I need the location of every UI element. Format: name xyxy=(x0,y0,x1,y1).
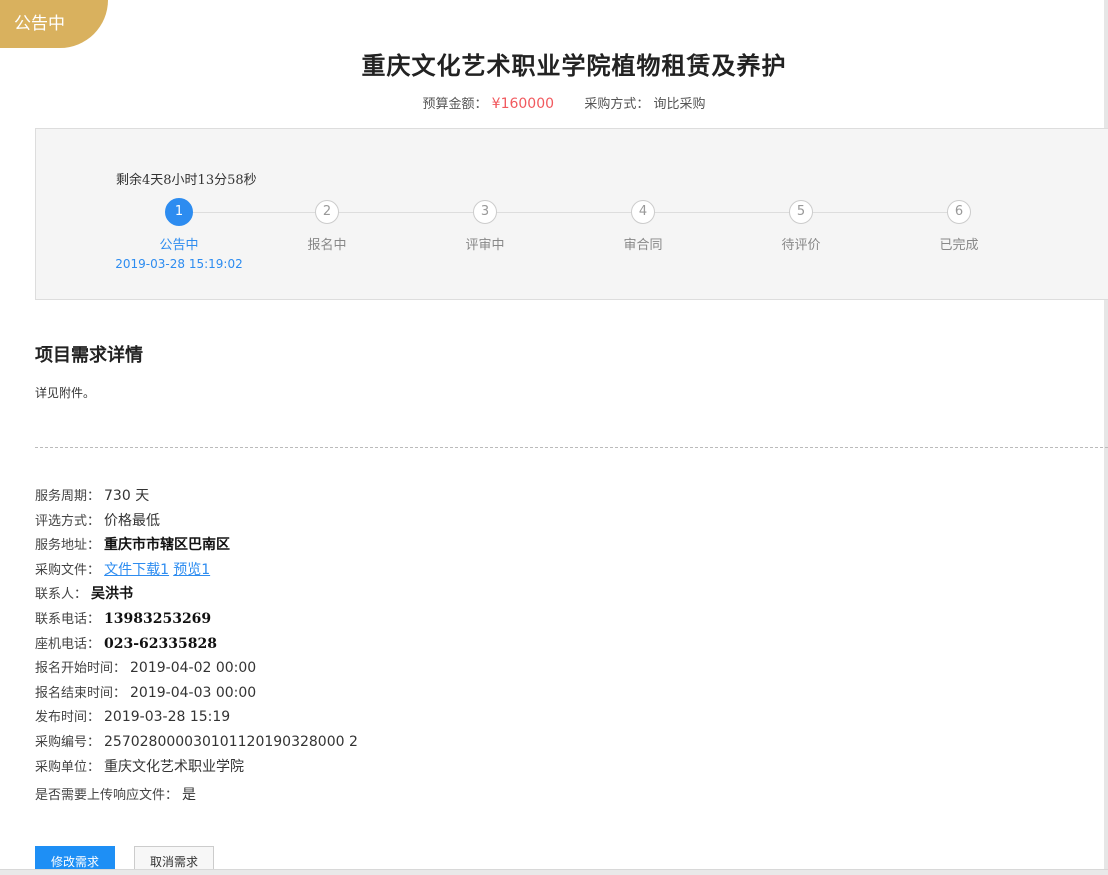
detail-value: 吴洪书 xyxy=(91,586,134,603)
detail-value: 257028000030101120190328000 2 xyxy=(104,733,358,750)
budget-value: ¥160000 xyxy=(491,96,555,112)
step-number: 3 xyxy=(473,200,497,224)
step-label: 公告中 xyxy=(159,238,199,253)
detail-value: 是 xyxy=(182,787,197,804)
detail-label: 服务周期： xyxy=(35,489,101,504)
step-6: 6 已完成 xyxy=(879,200,1039,253)
detail-purchase-number: 采购编号： 257028000030101120190328000 2 xyxy=(35,730,358,755)
step-number: 5 xyxy=(789,200,813,224)
detail-value: 重庆文化艺术职业学院 xyxy=(104,758,245,775)
step-date: 2019-03-28 15:19:02 xyxy=(115,257,243,271)
horizontal-scrollbar[interactable] xyxy=(0,869,1108,875)
detail-label: 座机电话： xyxy=(35,636,101,652)
detail-label: 联系人： xyxy=(35,587,88,603)
detail-upload-required: 是否需要上传响应文件：是 xyxy=(35,783,358,808)
file-download-link[interactable]: 文件下载1 xyxy=(104,562,169,578)
project-summary: 预算金额： ¥160000 采购方式： 询比采购 xyxy=(0,93,1108,112)
step-4: 4 审合同 xyxy=(563,200,723,253)
detail-publish-time: 发布时间： 2019-03-28 15:19 xyxy=(35,705,358,730)
detail-service-period: 服务周期： 730 天 xyxy=(35,484,358,509)
detail-phone: 联系电话： 13983253269 xyxy=(35,607,358,632)
budget-label: 预算金额： xyxy=(422,97,488,112)
detail-label: 采购编号： xyxy=(35,734,101,750)
step-1: 1 公告中 2019-03-28 15:19:02 xyxy=(99,198,259,271)
page: 公告中 重庆文化艺术职业学院植物租赁及养护 预算金额： ¥160000 采购方式… xyxy=(0,0,1108,875)
detail-value: 2019-04-03 00:00 xyxy=(130,684,257,701)
purchase-method-value: 询比采购 xyxy=(653,97,706,112)
detail-label: 评选方式： xyxy=(35,513,101,529)
detail-value: 13983253269 xyxy=(104,610,212,627)
detail-selection-method: 评选方式： 价格最低 xyxy=(35,509,358,534)
step-number: 4 xyxy=(631,200,655,224)
step-label: 待评价 xyxy=(781,238,821,253)
detail-contact: 联系人： 吴洪书 xyxy=(35,582,358,607)
detail-label: 服务地址： xyxy=(35,538,101,554)
detail-service-address: 服务地址： 重庆市市辖区巴南区 xyxy=(35,533,358,558)
detail-label: 报名开始时间： xyxy=(35,661,127,677)
detail-registration-end: 报名结束时间： 2019-04-03 00:00 xyxy=(35,681,358,706)
detail-value: 023-62335828 xyxy=(104,635,217,652)
detail-landline: 座机电话： 023-62335828 xyxy=(35,632,358,657)
detail-value: 730 天 xyxy=(104,488,150,504)
detail-purchaser: 采购单位： 重庆文化艺术职业学院 xyxy=(35,755,358,780)
step-3: 3 评审中 xyxy=(405,200,565,253)
detail-purchase-files: 采购文件： 文件下载1 预览1 xyxy=(35,558,358,583)
detail-label: 发布时间： xyxy=(35,710,101,726)
detail-label: 联系电话： xyxy=(35,611,101,627)
detail-value: 2019-03-28 15:19 xyxy=(104,709,231,726)
divider xyxy=(35,447,1108,448)
detail-label: 采购单位： xyxy=(35,759,101,775)
section-description: 详见附件。 xyxy=(35,386,96,400)
step-label: 报名中 xyxy=(307,238,347,253)
step-label: 已完成 xyxy=(939,238,979,253)
file-preview-link[interactable]: 预览1 xyxy=(173,562,210,578)
step-number: 1 xyxy=(165,198,193,226)
detail-registration-start: 报名开始时间： 2019-04-02 00:00 xyxy=(35,656,358,681)
step-2: 2 报名中 xyxy=(247,200,407,253)
detail-label: 报名结束时间： xyxy=(35,685,127,701)
detail-value: 重庆市市辖区巴南区 xyxy=(104,537,231,554)
page-title: 重庆文化艺术职业学院植物租赁及养护 xyxy=(361,52,787,80)
progress-panel: 剩余4天8小时13分58秒 1 公告中 2019-03-28 15:19:02 … xyxy=(35,128,1108,300)
step-number: 2 xyxy=(315,200,339,224)
countdown-text: 剩余4天8小时13分58秒 xyxy=(116,173,257,188)
detail-label: 采购文件： xyxy=(35,562,101,578)
detail-label: 是否需要上传响应文件： xyxy=(35,788,179,804)
step-label: 评审中 xyxy=(465,238,505,253)
purchase-method-label: 采购方式： xyxy=(584,97,650,112)
detail-value: 价格最低 xyxy=(104,512,161,529)
project-details: 服务周期： 730 天 评选方式： 价格最低 服务地址： 重庆市市辖区巴南区 采购文件… xyxy=(35,484,358,808)
step-number: 6 xyxy=(947,200,971,224)
section-title: 项目需求详情 xyxy=(35,345,143,366)
status-badge: 公告中 xyxy=(0,0,108,48)
step-5: 5 待评价 xyxy=(721,200,881,253)
detail-value: 2019-04-02 00:00 xyxy=(130,660,257,677)
step-label: 审合同 xyxy=(623,238,663,253)
